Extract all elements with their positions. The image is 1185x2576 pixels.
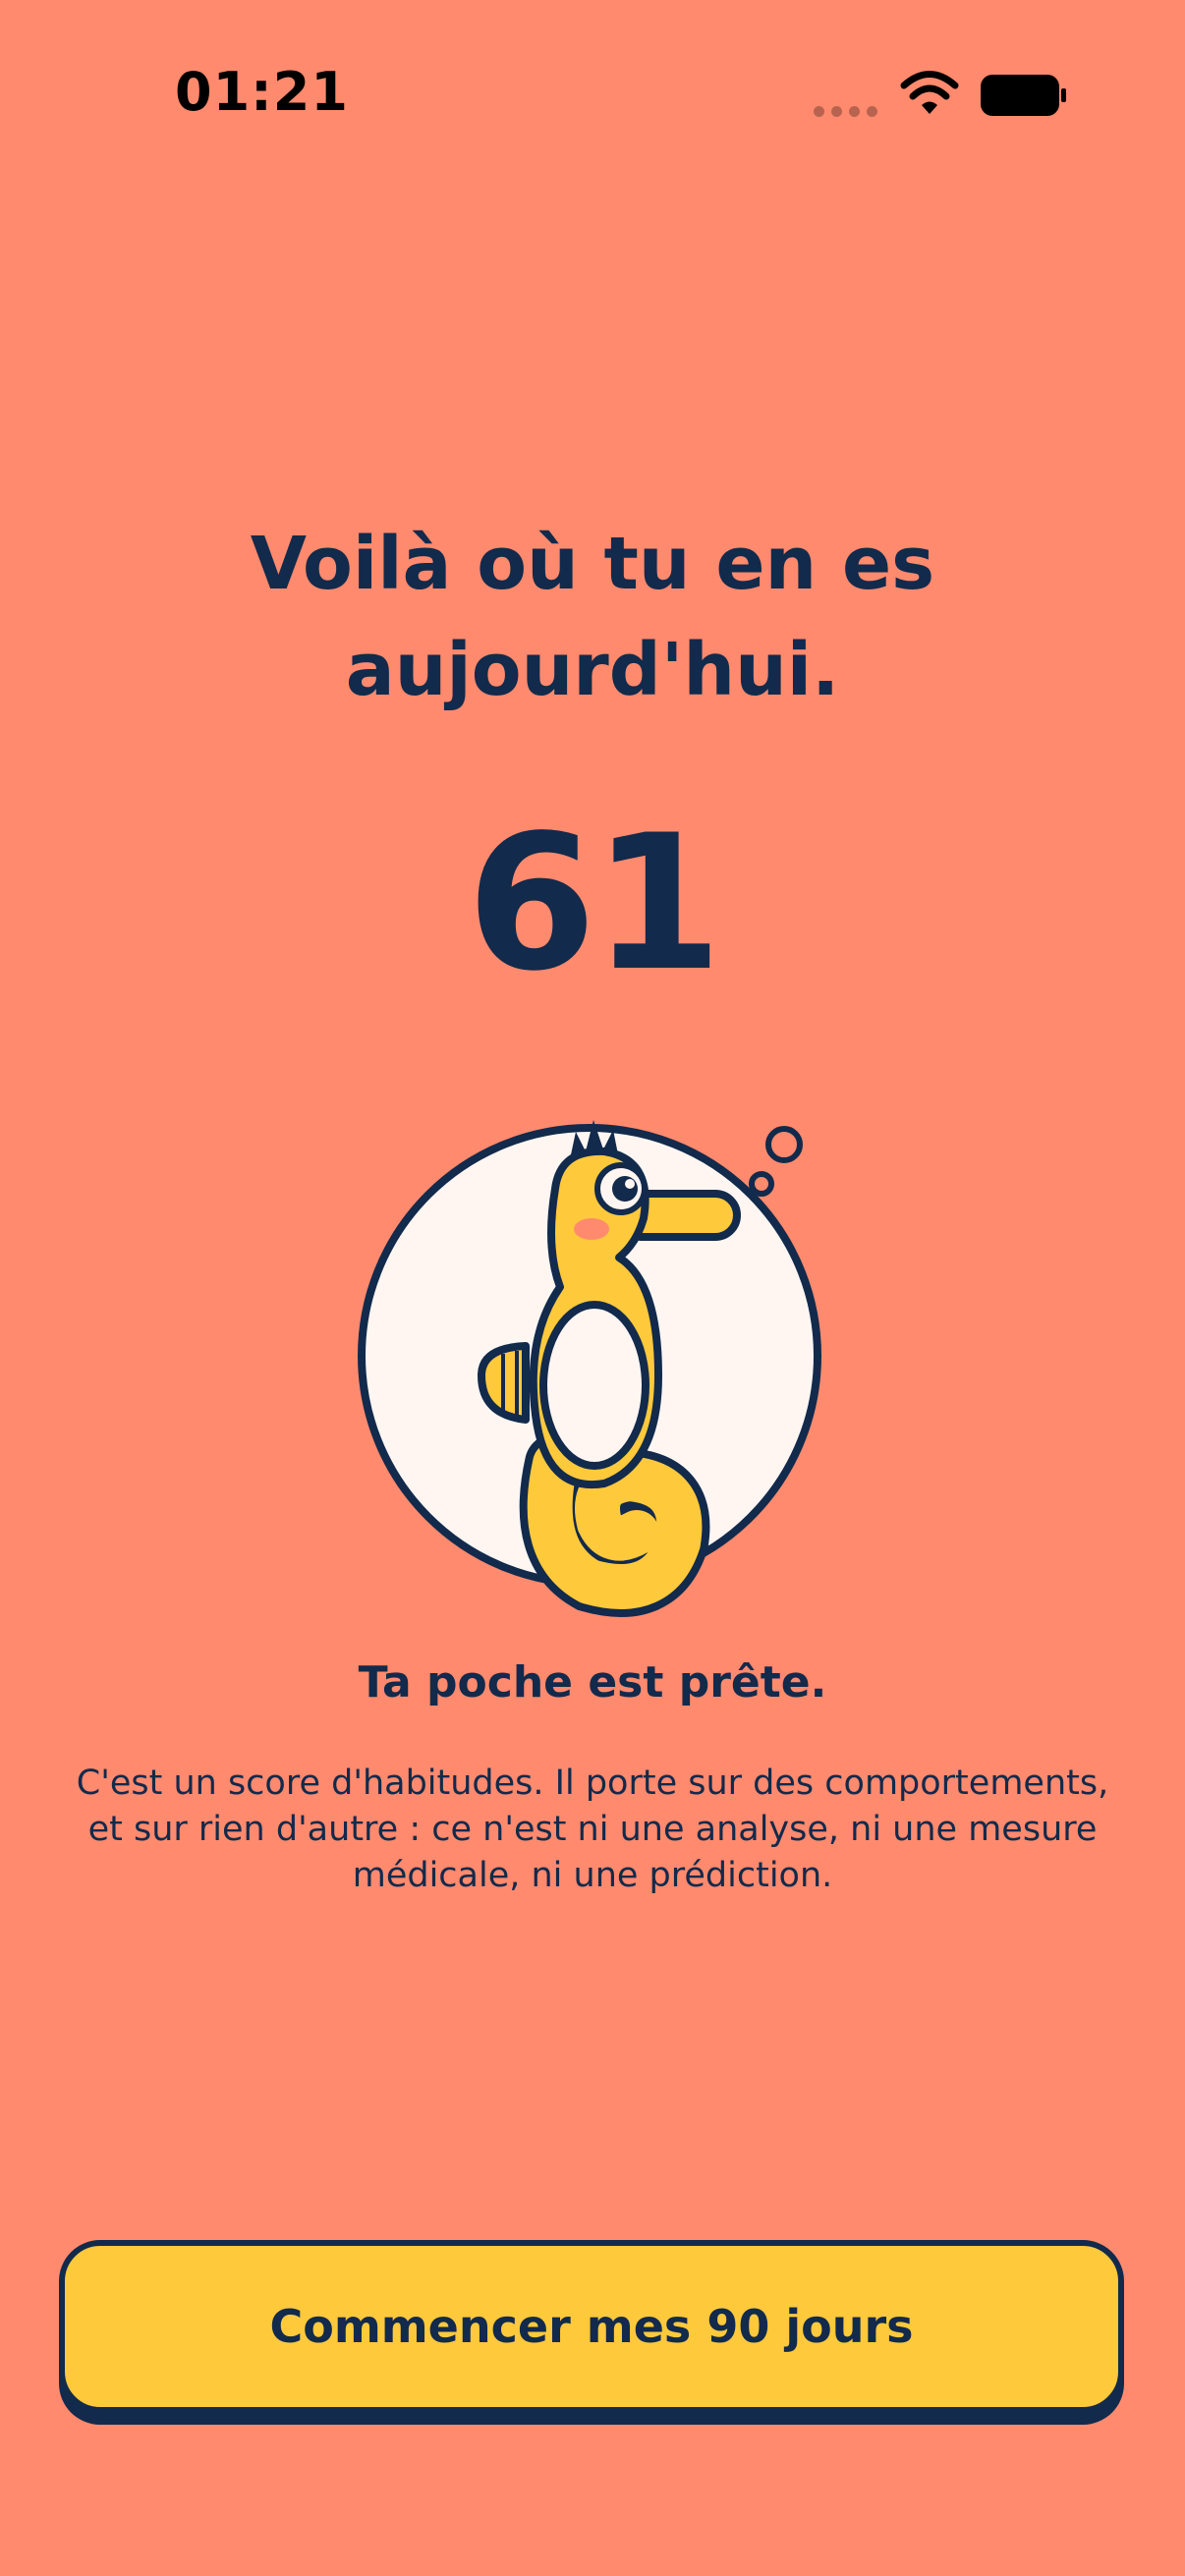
result-description: C'est un score d'habitudes. Il porte sur… — [49, 1761, 1136, 1899]
start-90-days-button[interactable]: Commencer mes 90 jours — [59, 2240, 1124, 2413]
wifi-icon — [900, 71, 959, 114]
page-title-line-2: aujourd'hui. — [345, 628, 840, 712]
status-bar: 01:21 — [0, 0, 1185, 196]
page-title: Voilà où tu en es aujourd'hui. — [0, 511, 1185, 723]
description-line: et sur rien d'autre : ce n'est ni une an… — [87, 1810, 1098, 1849]
seahorse-mascot — [358, 1120, 821, 1617]
bubble-large — [765, 1126, 803, 1163]
description-line: médicale, ni une prédiction. — [352, 1856, 833, 1895]
bubble-small — [749, 1171, 774, 1197]
description-line: C'est un score d'habitudes. Il porte sur… — [76, 1764, 1109, 1803]
result-title: Ta poche est prête. — [358, 1657, 827, 1708]
start-button-label: Commencer mes 90 jours — [269, 2300, 914, 2353]
battery-icon — [981, 75, 1066, 116]
status-time: 01:21 — [175, 61, 349, 123]
signal-dots-icon — [814, 106, 877, 117]
page-title-line-1: Voilà où tu en es — [250, 522, 935, 606]
habit-score: 61 — [466, 795, 722, 1012]
